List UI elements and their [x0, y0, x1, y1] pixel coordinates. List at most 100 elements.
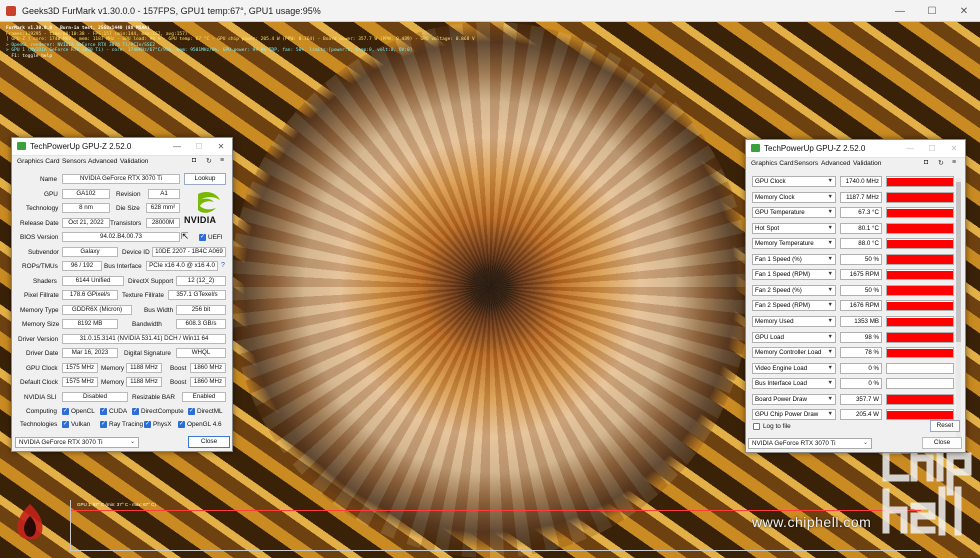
- bios-version-label: BIOS Version: [20, 234, 59, 241]
- fur-donut-render: [230, 22, 750, 558]
- rops-tmus-value: 96 / 192: [62, 261, 102, 271]
- tab-validation[interactable]: Validation: [120, 158, 148, 165]
- caret-down-icon: ▼: [827, 317, 833, 324]
- minimize-button[interactable]: —: [884, 0, 916, 22]
- sensor-scrollbar[interactable]: [956, 178, 961, 438]
- sensor-value: 50 %: [840, 284, 882, 296]
- uefi-checkbox[interactable]: ✓: [199, 234, 206, 241]
- directml-checkbox[interactable]: ✓: [188, 408, 195, 415]
- help-icon[interactable]: ?: [219, 262, 227, 270]
- sensor-graph: [886, 362, 954, 374]
- cuda-checkbox[interactable]: ✓: [100, 408, 107, 415]
- maximize-button[interactable]: ☐: [916, 0, 948, 22]
- vulkan-checkbox[interactable]: ✓: [62, 421, 69, 428]
- gpu-clock-value: 1575 MHz: [62, 363, 98, 373]
- sensor-name: GPU Chip Power Draw: [755, 411, 819, 419]
- sensor-value: 0 %: [840, 362, 882, 374]
- share-icon[interactable]: ⇱: [181, 231, 189, 242]
- sensor-name-dropdown[interactable]: GPU Clock ▼: [752, 176, 836, 187]
- sensor-name-dropdown[interactable]: Board Power Draw ▼: [752, 393, 836, 405]
- close-button[interactable]: ✕: [948, 0, 980, 22]
- vulkan-label: Vulkan: [71, 421, 91, 428]
- sensor-value: 80.1 °C: [840, 222, 882, 234]
- bandwidth-value: 608.3 GB/s: [176, 319, 226, 329]
- physx-checkbox[interactable]: ✓: [144, 421, 151, 428]
- sensor-name-dropdown[interactable]: GPU Temperature ▼: [752, 207, 836, 219]
- subvendor-value: Galaxy: [62, 247, 118, 257]
- sensor-graph: [886, 331, 954, 343]
- tab-sensors[interactable]: Sensors: [794, 160, 818, 167]
- sensor-row: Video Engine Load ▼ 0 %: [752, 362, 954, 376]
- graph-label: GPU 1: 67° C (min: 37° C - max: 67° C): [77, 502, 156, 507]
- sensor-name-dropdown[interactable]: Fan 1 Speed (RPM) ▼: [752, 269, 836, 281]
- opengl-checkbox[interactable]: ✓: [178, 421, 185, 428]
- sensor-row: GPU Temperature ▼ 67.3 °C: [752, 207, 954, 220]
- minimize-button[interactable]: —: [899, 140, 921, 157]
- maximize-button[interactable]: ☐: [921, 140, 943, 157]
- bandwidth-label: Bandwidth: [132, 321, 162, 328]
- caret-down-icon: ▼: [827, 255, 833, 262]
- sensor-name-dropdown[interactable]: Hot Spot ▼: [752, 222, 836, 234]
- tab-graphics-card[interactable]: Graphics Card: [751, 160, 794, 167]
- refresh-icon[interactable]: ↻: [938, 159, 944, 167]
- sensor-name-dropdown[interactable]: Memory Temperature ▼: [752, 238, 836, 250]
- directcompute-checkbox[interactable]: ✓: [132, 408, 139, 415]
- lookup-button[interactable]: Lookup: [184, 173, 226, 185]
- gpu-clock-memory-label: Memory: [101, 365, 125, 372]
- reset-button[interactable]: Reset: [930, 420, 960, 432]
- opencl-checkbox[interactable]: ✓: [62, 408, 69, 415]
- sensor-value: 1676 RPM: [840, 300, 882, 312]
- bios-version-value: 94.02.B4.00.73: [62, 232, 180, 242]
- caret-down-icon: ▼: [827, 224, 833, 231]
- tab-graphics-card[interactable]: Graphics Card: [17, 158, 60, 165]
- tab-advanced[interactable]: Advanced: [821, 160, 850, 167]
- gpu-clock-boost-label: Boost: [170, 365, 187, 372]
- sensor-graph: [886, 191, 954, 203]
- menu-icon[interactable]: ≡: [952, 159, 956, 166]
- gpu-select-dropdown[interactable]: NVIDIA GeForce RTX 3070 Ti ⌄: [15, 437, 139, 448]
- menu-icon[interactable]: ≡: [220, 157, 224, 164]
- camera-icon[interactable]: ◘: [192, 157, 196, 164]
- gpu-clock-boost-value: 1860 MHz: [190, 363, 226, 373]
- sensor-name-dropdown[interactable]: Fan 1 Speed (%) ▼: [752, 253, 836, 265]
- sensor-row: Memory Temperature ▼ 88.0 °C: [752, 238, 954, 251]
- refresh-icon[interactable]: ↻: [206, 157, 212, 165]
- sensor-name-dropdown[interactable]: Memory Controller Load ▼: [752, 347, 836, 359]
- tab-sensors[interactable]: Sensors: [62, 158, 86, 165]
- sensor-name-dropdown[interactable]: Memory Clock ▼: [752, 191, 836, 203]
- scrollbar-thumb[interactable]: [956, 182, 961, 342]
- close-button[interactable]: ✕: [210, 138, 232, 155]
- technology-value: 8 nm: [62, 203, 110, 213]
- close-dialog-button[interactable]: Close: [922, 437, 962, 449]
- camera-icon[interactable]: ◘: [924, 159, 928, 166]
- memory-type-value: GDDR6X (Micron): [62, 305, 132, 315]
- minimize-button[interactable]: —: [166, 138, 188, 155]
- sensor-name-dropdown[interactable]: Fan 2 Speed (%) ▼: [752, 284, 836, 296]
- sensor-name: Memory Clock: [755, 193, 795, 201]
- default-boost-label: Boost: [170, 379, 187, 386]
- gpu-value: GA102: [62, 189, 110, 199]
- sensor-name-dropdown[interactable]: Fan 2 Speed (RPM) ▼: [752, 300, 836, 312]
- log-to-file-checkbox[interactable]: [753, 423, 760, 430]
- caret-down-icon: ▼: [827, 209, 833, 216]
- sensor-name-dropdown[interactable]: GPU Load ▼: [752, 331, 836, 343]
- tab-advanced[interactable]: Advanced: [88, 158, 117, 165]
- maximize-button[interactable]: ☐: [188, 138, 210, 155]
- sensor-row: GPU Load ▼ 98 %: [752, 331, 954, 345]
- sensor-name-dropdown[interactable]: GPU Chip Power Draw ▼: [752, 409, 836, 421]
- sensor-name: GPU Load: [755, 333, 784, 341]
- gpu-select-dropdown[interactable]: NVIDIA GeForce RTX 3070 Ti ⌄: [748, 438, 872, 449]
- sensor-name-dropdown[interactable]: Memory Used ▼: [752, 315, 836, 327]
- release-date-value: Oct 21, 2022: [62, 218, 110, 228]
- sensor-row: Memory Used ▼ 1353 MB: [752, 315, 954, 329]
- close-button[interactable]: ✕: [943, 140, 965, 157]
- subvendor-label: Subvendor: [28, 249, 59, 256]
- ray-tracing-checkbox[interactable]: ✓: [100, 421, 107, 428]
- physx-label: PhysX: [153, 421, 172, 428]
- close-dialog-button[interactable]: Close: [188, 436, 230, 448]
- sensor-name-dropdown[interactable]: Bus Interface Load ▼: [752, 378, 836, 390]
- texture-fillrate-label: Texture Fillrate: [122, 292, 164, 299]
- sensor-name: GPU Temperature: [755, 209, 805, 217]
- sensor-name-dropdown[interactable]: Video Engine Load ▼: [752, 362, 836, 374]
- tab-validation[interactable]: Validation: [853, 160, 881, 167]
